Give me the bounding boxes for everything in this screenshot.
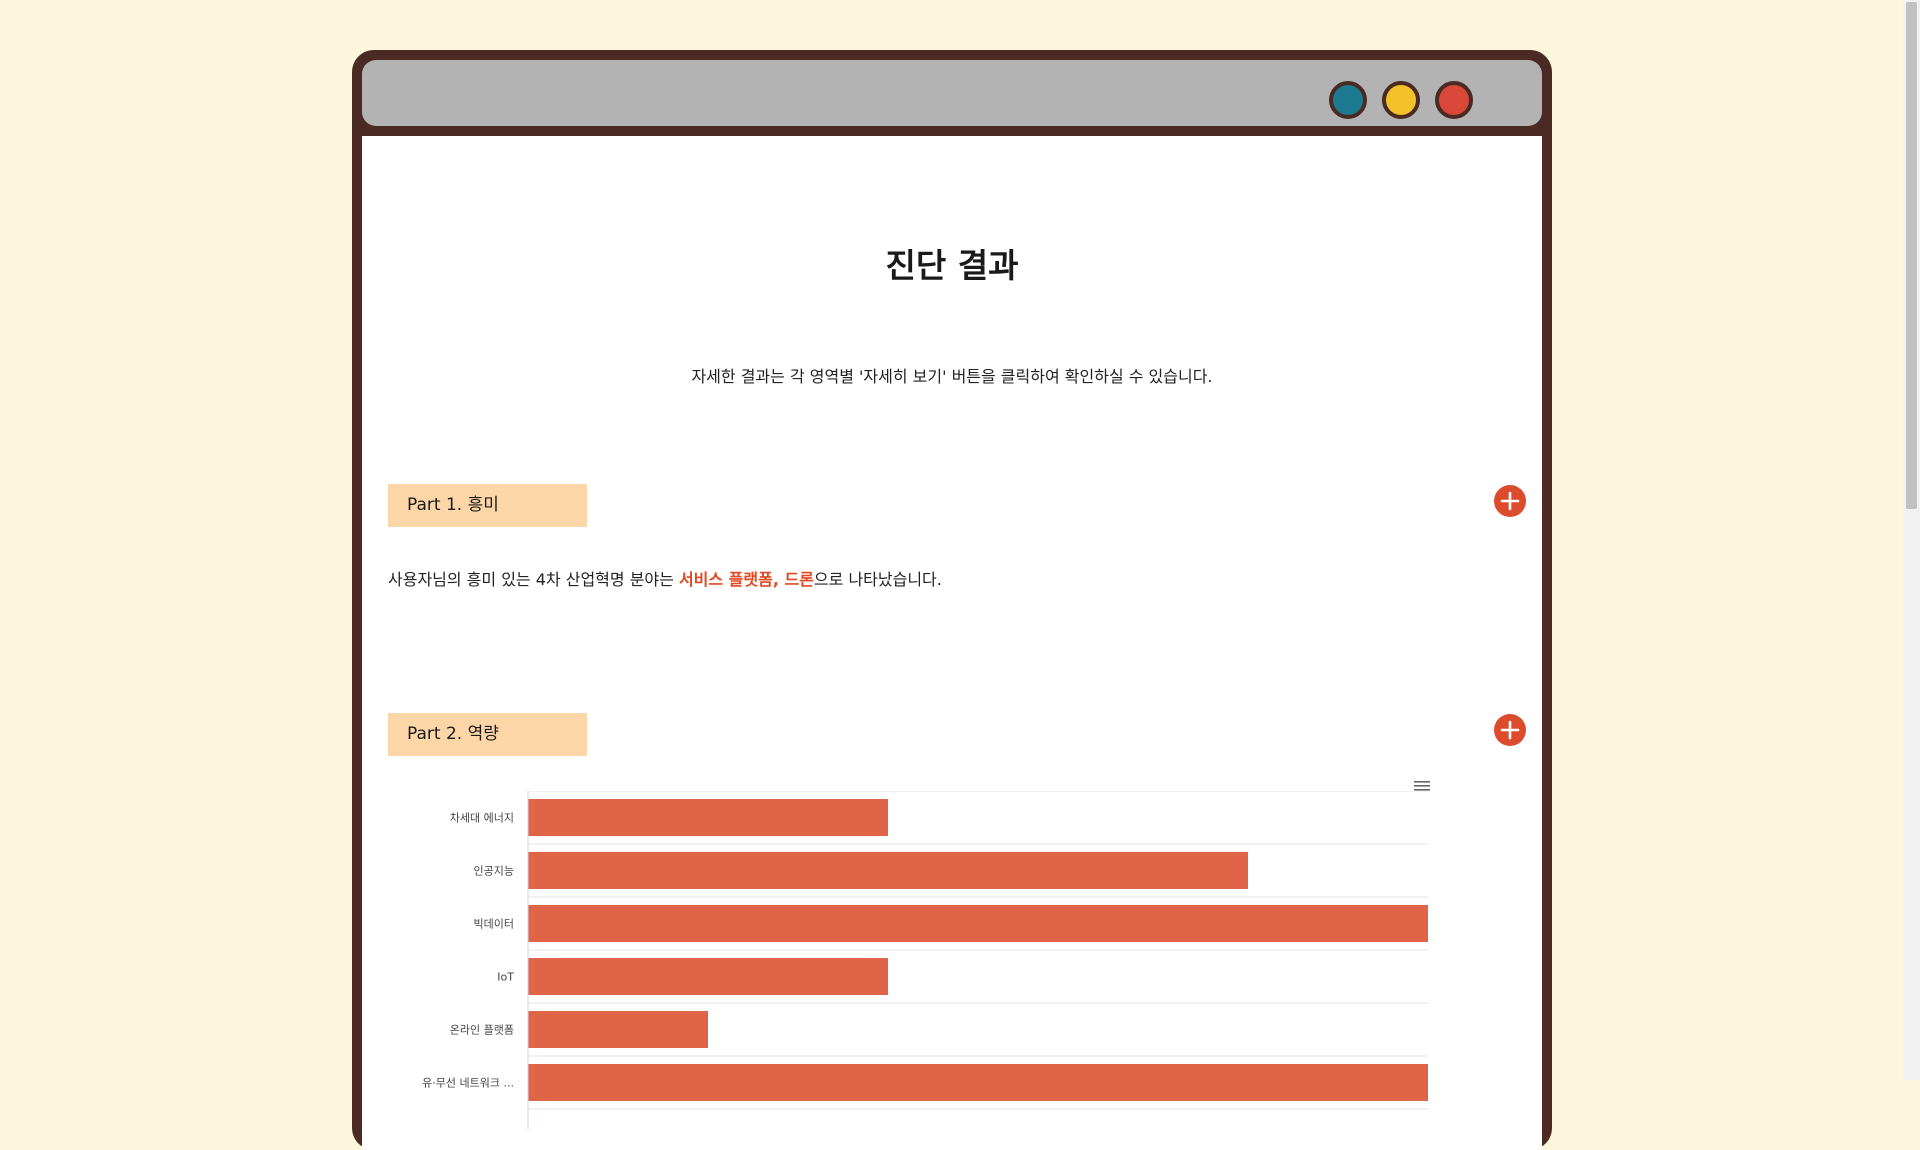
page-subtitle: 자세한 결과는 각 영역별 '자세히 보기' 버튼을 클릭하여 확인하실 수 있…	[691, 367, 1213, 386]
chart-bar	[528, 1064, 1428, 1101]
chart-category-label: 차세대 에너지	[450, 812, 514, 825]
chart-menu-button[interactable]	[1413, 778, 1431, 792]
chart-bar	[528, 852, 1248, 889]
part1-tab: Part 1. 흥미	[388, 484, 587, 527]
window-control-red-button[interactable]	[1435, 81, 1473, 119]
part1-expand-button[interactable]	[1494, 485, 1526, 517]
chart-bar	[528, 958, 888, 995]
part2-tab: Part 2. 역량	[388, 713, 587, 756]
page-title: 진단 결과	[885, 246, 1019, 285]
plus-icon	[1500, 720, 1520, 740]
chart-bar	[528, 905, 1428, 942]
window-control-yellow-button[interactable]	[1382, 81, 1420, 119]
chart-bar	[528, 799, 888, 836]
chart-category-label: 인공지능	[474, 865, 514, 878]
app-window: 진단 결과 자세한 결과는 각 영역별 '자세히 보기' 버튼을 클릭하여 확인…	[352, 50, 1552, 1150]
part1-result-text: 사용자님의 흥미 있는 4차 산업혁명 분야는 서비스 플랫폼, 드론으로 나타…	[388, 569, 942, 591]
chart-category-label: 유·무선 네트워크 ...	[422, 1077, 514, 1090]
scrollbar-thumb[interactable]	[1906, 2, 1917, 509]
chart-category-label: 빅데이터	[474, 918, 514, 931]
part1-highlight: 서비스 플랫폼, 드론	[678, 570, 814, 589]
chart-category-label: IoT	[497, 971, 514, 984]
capability-bar-chart: 차세대 에너지인공지능빅데이터 IoT 온라인 플랫폼유·무선 네트워크 ...	[422, 791, 1428, 1129]
chart-category-label: 온라인 플랫폼	[450, 1024, 514, 1037]
window-control-teal-button[interactable]	[1329, 81, 1367, 119]
window-titlebar	[362, 60, 1542, 126]
part2-expand-button[interactable]	[1494, 714, 1526, 746]
chart-bar	[528, 1011, 708, 1048]
plus-icon	[1500, 491, 1520, 511]
page-scrollbar[interactable]	[1903, 0, 1920, 1080]
page-content: 진단 결과 자세한 결과는 각 영역별 '자세히 보기' 버튼을 클릭하여 확인…	[362, 136, 1542, 1150]
part1-text-after: 으로 나타났습니다.	[813, 570, 942, 589]
part1-text-before: 사용자님의 흥미 있는 4차 산업혁명 분야는	[388, 570, 679, 589]
